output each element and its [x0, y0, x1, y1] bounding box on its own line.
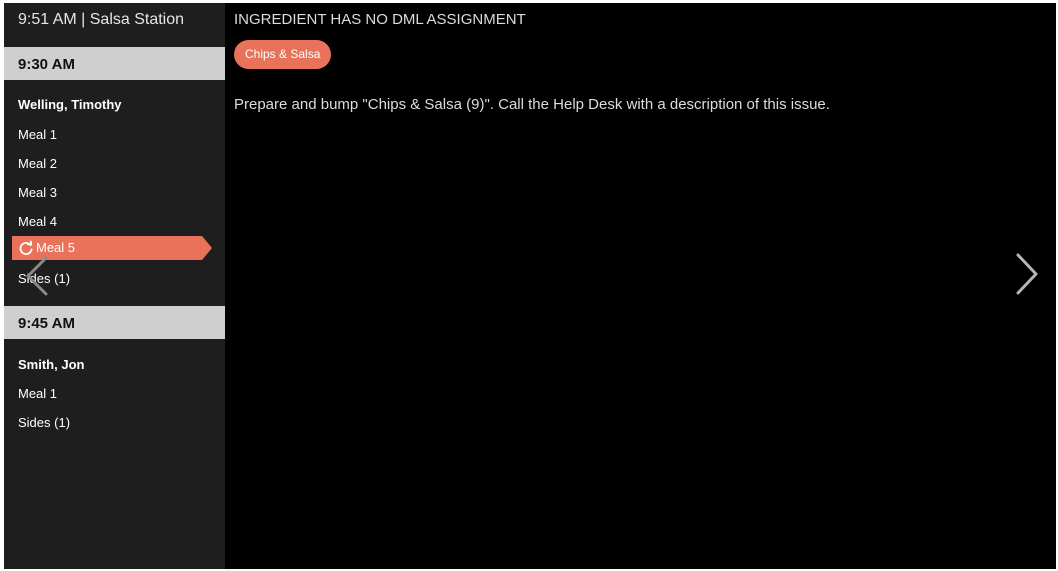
- time-block-time: 9:45 AM: [18, 315, 75, 332]
- time-block-header[interactable]: 9:30 AM: [4, 47, 225, 80]
- station-header: 9:51 AM | Salsa Station: [18, 11, 185, 28]
- ingredient-tag[interactable]: Chips & Salsa: [234, 40, 332, 69]
- time-block-time: 9:30 AM: [18, 56, 75, 73]
- customer-name: Smith, Jon: [18, 357, 85, 372]
- refresh-icon: [19, 240, 33, 255]
- chevron-right-icon[interactable]: [1012, 252, 1042, 296]
- kitchen-display-screen: 9:51 AM | Salsa Station 9:30 AM Welling,…: [4, 3, 1056, 569]
- instructions-text: Prepare and bump "Chips & Salsa (9)". Ca…: [234, 96, 830, 113]
- chevron-left-icon[interactable]: [22, 255, 52, 297]
- order-item-meal-3[interactable]: Meal 3: [18, 185, 57, 200]
- error-title: INGREDIENT HAS NO DML ASSIGNMENT: [234, 11, 526, 28]
- order-item-meal-1[interactable]: Meal 1: [18, 386, 57, 401]
- order-item-meal-4[interactable]: Meal 4: [18, 214, 57, 229]
- active-item-label: Meal 5: [36, 240, 76, 255]
- order-item-meal-2[interactable]: Meal 2: [18, 156, 57, 171]
- customer-name: Welling, Timothy: [18, 97, 122, 112]
- order-item-meal-1[interactable]: Meal 1: [18, 127, 57, 142]
- time-block-header[interactable]: 9:45 AM: [4, 306, 225, 339]
- order-item-sides[interactable]: Sides (1): [18, 415, 70, 430]
